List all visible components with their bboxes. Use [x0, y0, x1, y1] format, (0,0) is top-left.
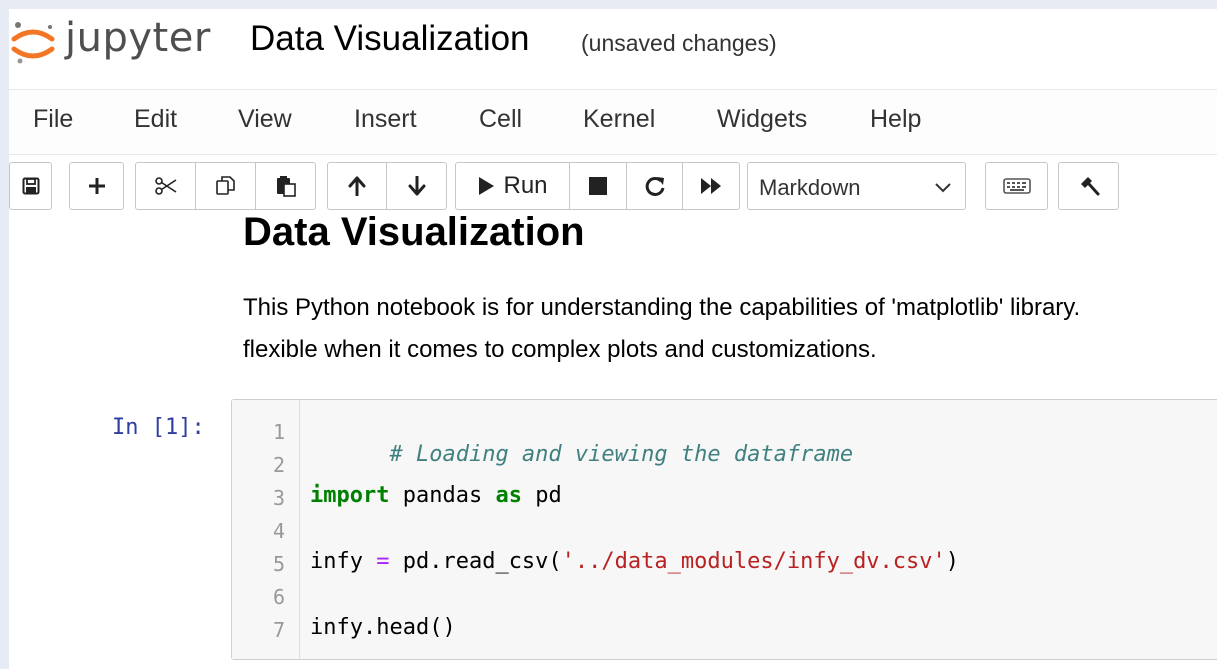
code-line-1: # Loading and viewing the dataframe — [310, 417, 853, 492]
line-number: 5 — [272, 552, 285, 576]
menu-cell[interactable]: Cell — [479, 105, 522, 134]
line-number: 4 — [272, 519, 285, 543]
cell-type-value: Markdown — [759, 175, 861, 200]
run-label: Run — [503, 172, 548, 199]
head-call: infy.head() — [310, 615, 456, 640]
string-literal: '../data_modules/infy_dv.csv' — [561, 549, 946, 574]
insert-group — [69, 162, 124, 210]
command-palette-button[interactable] — [1058, 162, 1119, 210]
save-button[interactable] — [9, 162, 52, 210]
copy-button[interactable] — [196, 162, 256, 210]
jupyter-logo-icon[interactable] — [10, 19, 56, 65]
jupyter-wordmark[interactable]: jupyter — [65, 15, 211, 61]
markdown-line-2: flexible when it comes to complex plots … — [243, 336, 877, 363]
save-group — [9, 162, 52, 210]
module-name: pandas — [389, 483, 496, 508]
line-number: 7 — [272, 618, 285, 642]
interrupt-button[interactable] — [570, 162, 627, 210]
keyboard-shortcuts-button[interactable] — [985, 162, 1048, 210]
function-call: pd.read_csv( — [389, 549, 562, 574]
toolbar: Run Markdown — [9, 159, 1217, 211]
move-up-button[interactable] — [327, 162, 387, 210]
line-number: 3 — [272, 486, 285, 510]
restart-icon — [644, 175, 666, 197]
save-icon — [22, 177, 40, 195]
move-group — [327, 162, 447, 210]
insert-cell-button[interactable] — [69, 162, 124, 210]
run-button[interactable]: Run — [455, 162, 570, 210]
restart-button[interactable] — [627, 162, 683, 210]
header: jupyter Data Visualization (unsaved chan… — [9, 9, 1217, 71]
menubar: File Edit View Insert Cell Kernel Widget… — [9, 89, 1217, 155]
menu-widgets[interactable]: Widgets — [717, 105, 807, 134]
line-number: 1 — [272, 420, 285, 444]
code-line-7: infy.head() — [310, 615, 456, 640]
move-up-icon — [348, 176, 366, 196]
menu-kernel[interactable]: Kernel — [583, 105, 655, 134]
menu-edit[interactable]: Edit — [134, 105, 177, 134]
paste-icon — [275, 175, 297, 197]
close-paren: ) — [945, 549, 960, 574]
paste-button[interactable] — [256, 162, 316, 210]
input-prompt: In [1]: — [112, 415, 205, 440]
line-number-gutter: 1 2 3 4 5 6 7 — [232, 400, 300, 659]
line-number: 6 — [272, 585, 285, 609]
stop-icon — [588, 176, 608, 196]
menu-help[interactable]: Help — [870, 105, 921, 134]
cell-type-select[interactable]: Markdown — [747, 162, 966, 210]
markdown-heading: Data Visualization — [243, 210, 585, 254]
code-line-3: import pandas as pd — [310, 483, 562, 508]
move-down-icon — [408, 176, 426, 196]
cut-button[interactable] — [135, 162, 196, 210]
save-status: (unsaved changes) — [581, 30, 777, 56]
line-number: 2 — [272, 453, 285, 477]
copy-icon — [215, 175, 237, 197]
notebook-page: jupyter Data Visualization (unsaved chan… — [9, 9, 1217, 669]
assign-operator: = — [376, 549, 390, 574]
restart-run-all-button[interactable] — [683, 162, 740, 210]
keyword-as: as — [495, 483, 522, 508]
fast-forward-icon — [700, 177, 722, 195]
menu-view[interactable]: View — [238, 105, 292, 134]
code-cell-editor[interactable]: 1 2 3 4 5 6 7 # Loading and viewing the … — [231, 399, 1217, 660]
chevron-down-icon — [935, 180, 951, 198]
keyword-import: import — [310, 483, 390, 508]
module-alias: pd — [521, 483, 562, 508]
markdown-line-1: This Python notebook is for understandin… — [243, 294, 1081, 321]
markdown-paragraph: This Python notebook is for understandin… — [243, 287, 1217, 371]
menu-file[interactable]: File — [33, 105, 73, 134]
cut-icon — [154, 177, 178, 195]
code-comment: # Loading and viewing the dataframe — [389, 442, 854, 467]
keyboard-group — [985, 162, 1048, 210]
run-group: Run — [455, 162, 740, 210]
command-palette-icon — [1078, 175, 1100, 197]
code-line-5: infy = pd.read_csv('../data_modules/infy… — [310, 549, 959, 574]
notebook-title[interactable]: Data Visualization — [250, 19, 530, 59]
run-icon — [477, 176, 495, 196]
move-down-button[interactable] — [387, 162, 447, 210]
variable-name: infy — [310, 549, 377, 574]
keyboard-icon — [1002, 178, 1031, 194]
menu-insert[interactable]: Insert — [354, 105, 417, 134]
command-palette-group — [1058, 162, 1119, 210]
edit-group — [135, 162, 316, 210]
add-cell-icon — [88, 177, 106, 195]
